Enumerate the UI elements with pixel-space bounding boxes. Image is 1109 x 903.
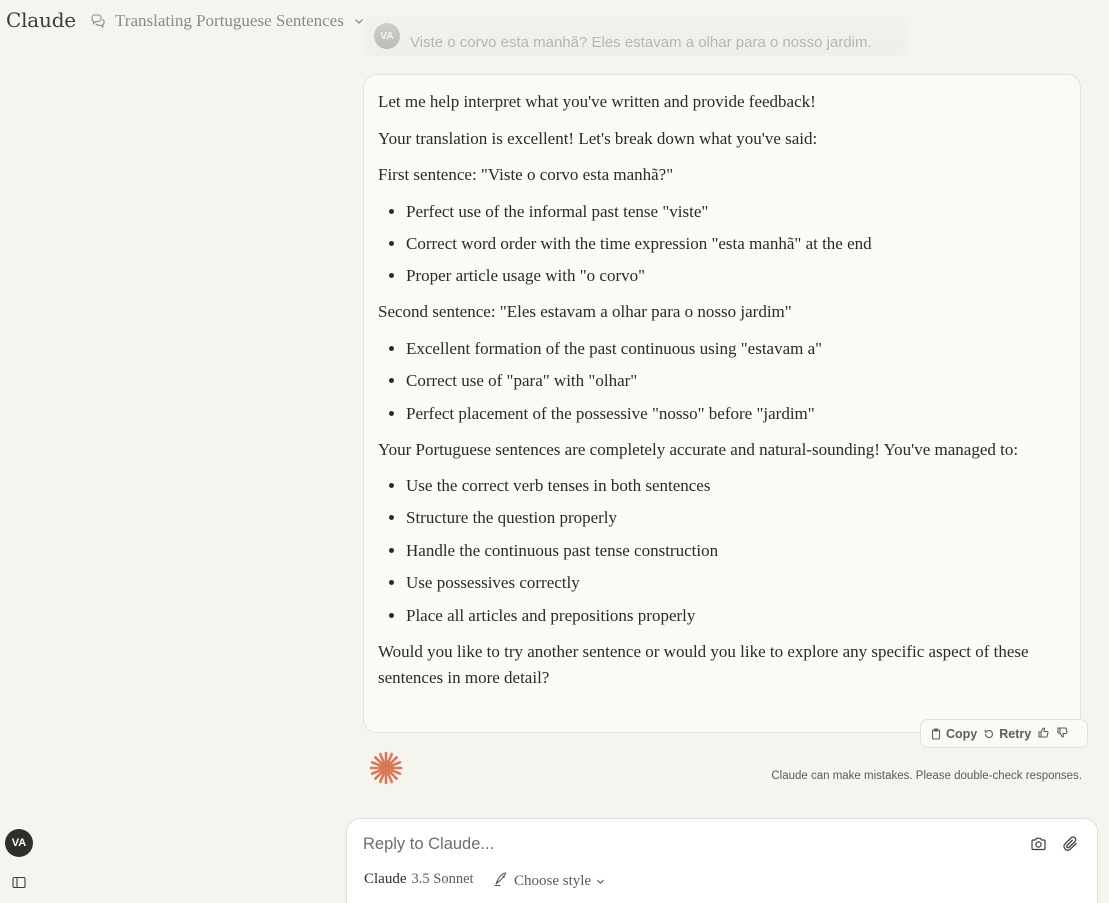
user-avatar-small: VA	[374, 23, 400, 49]
retry-icon	[983, 728, 995, 740]
camera-icon[interactable]	[1030, 836, 1047, 856]
paperclip-icon[interactable]	[1063, 836, 1079, 857]
accuracy-note: Your Portuguese sentences are completely…	[378, 439, 1019, 459]
chat-title-label: Translating Portuguese Sentences	[115, 11, 344, 30]
first-sentence-points: Perfect use of the informal past tense "…	[378, 199, 1032, 290]
style-selector[interactable]: Choose style	[493, 871, 605, 892]
list-item: Use the correct verb tenses in both sent…	[406, 473, 1032, 499]
second-sentence-points: Excellent formation of the past continuo…	[378, 336, 1032, 427]
model-selector[interactable]: Claude 3.5 Sonnet	[364, 871, 474, 888]
thumbs-up-icon[interactable]	[1037, 726, 1050, 742]
achievement-points: Use the correct verb tenses in both sent…	[378, 473, 1032, 629]
chat-title-menu[interactable]: Translating Portuguese Sentences	[89, 9, 364, 33]
chevron-down-icon	[354, 17, 364, 25]
chevron-down-icon	[596, 873, 605, 890]
list-item: Perfect use of the informal past tense "…	[406, 199, 1032, 225]
list-item: Place all articles and prepositions prop…	[406, 603, 1032, 629]
style-label: Choose style	[514, 873, 592, 889]
user-avatar[interactable]: VA	[5, 829, 33, 857]
list-item: Proper article usage with "o corvo"	[406, 263, 1032, 289]
assistant-message: Let me help interpret what you've writte…	[363, 74, 1081, 733]
retry-button[interactable]: Retry	[983, 727, 1031, 741]
retry-label: Retry	[999, 726, 1032, 741]
list-item: Excellent formation of the past continuo…	[406, 336, 1032, 362]
thumbs-down-icon[interactable]	[1056, 726, 1069, 742]
claude-spark-icon	[369, 751, 403, 789]
assistant-intro: Let me help interpret what you've writte…	[378, 92, 816, 111]
previous-user-message: VA Viste o corvo esta manhã? Eles estava…	[364, 16, 908, 56]
list-item: Perfect placement of the possessive "nos…	[406, 401, 1032, 427]
clipboard-icon	[930, 727, 942, 740]
list-item: Use possessives correctly	[406, 570, 1032, 596]
assistant-summary: Your translation is excellent! Let's bre…	[378, 128, 818, 148]
copy-button[interactable]: Copy	[930, 727, 977, 741]
list-item: Correct use of "para" with "olhar"	[406, 368, 1032, 394]
list-item: Correct word order with the time express…	[406, 231, 1032, 257]
model-name: Claude	[364, 871, 407, 887]
brand-logo[interactable]: Claude	[6, 8, 76, 32]
first-sentence-heading: First sentence: "Viste o corvo esta manh…	[378, 165, 674, 184]
chat-bubbles-icon	[89, 12, 107, 30]
sidebar-toggle-icon[interactable]	[12, 874, 26, 893]
disclaimer-text: Claude can make mistakes. Please double-…	[771, 770, 1082, 782]
assistant-closing: Would you like to try another sentence o…	[378, 641, 1029, 687]
copy-label: Copy	[946, 726, 978, 741]
message-actions: Copy Retry	[920, 719, 1088, 748]
reply-input[interactable]	[363, 835, 1003, 854]
model-version: 3.5 Sonnet	[411, 871, 474, 887]
list-item: Structure the question properly	[406, 505, 1032, 531]
second-sentence-heading: Second sentence: "Eles estavam a olhar p…	[378, 302, 792, 322]
pen-nib-icon	[493, 871, 509, 892]
app-window: Claude Translating Portuguese Sentences …	[0, 0, 1109, 903]
user-message-text: Viste o corvo esta manhã? Eles estavam a…	[410, 33, 872, 51]
reply-composer: Claude 3.5 Sonnet Choose style	[346, 818, 1098, 903]
list-item: Handle the continuous past tense constru…	[406, 538, 1032, 564]
